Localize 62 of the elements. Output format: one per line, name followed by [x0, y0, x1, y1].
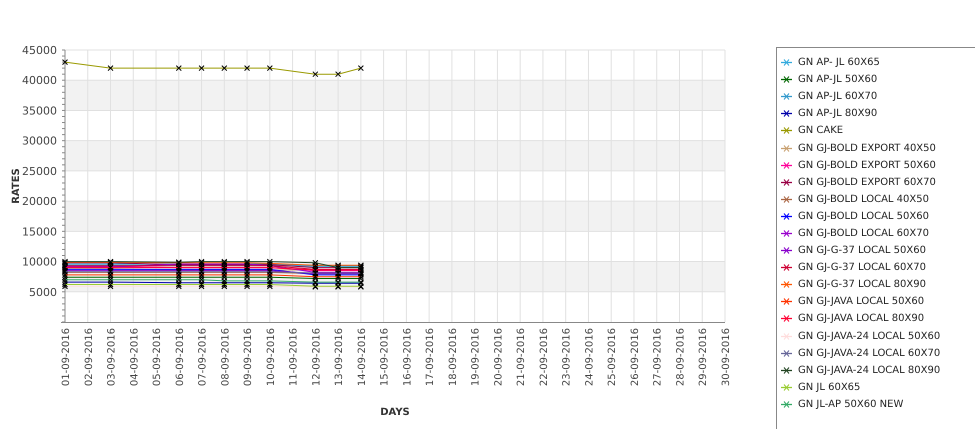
- x-tick-label: 18-09-2016: [448, 328, 459, 386]
- legend-label: GN GJ-G-37 LOCAL 50X60: [798, 245, 926, 256]
- y-tick-label: 35000: [22, 104, 57, 118]
- legend-label: GN GJ-BOLD EXPORT 40X50: [798, 142, 936, 154]
- x-tick-label: 25-09-2016: [607, 328, 618, 386]
- legend-label: GN JL-AP 50X60 NEW: [798, 398, 904, 410]
- legend-label: GN GJ-JAVA-24 LOCAL 60X70: [798, 348, 940, 359]
- x-tick-label: 12-09-2016: [311, 328, 322, 386]
- legend-label: GN CAKE: [798, 125, 844, 136]
- y-tick-label: 45000: [22, 44, 57, 57]
- legend-label: GN GJ-JAVA LOCAL 50X60: [798, 296, 924, 308]
- x-tick-label: 27-09-2016: [652, 328, 664, 386]
- x-tick-label: 30-09-2016: [721, 328, 732, 386]
- x-tick-label: 19-09-2016: [470, 328, 482, 386]
- x-tick-label: 20-09-2016: [493, 328, 504, 386]
- x-tick-label: 05-09-2016: [152, 328, 164, 386]
- x-tick-label: 24-09-2016: [584, 328, 596, 386]
- x-axis-title: DAYS: [380, 407, 410, 418]
- x-tick-label: 16-09-2016: [402, 328, 414, 386]
- x-tick-label: 15-09-2016: [380, 328, 391, 386]
- x-tick-label: 03-09-2016: [106, 328, 118, 386]
- y-axis-title: RATES: [11, 168, 22, 204]
- x-tick-label: 02-09-2016: [84, 328, 95, 386]
- legend-label: GN AP-JL 60X70: [798, 91, 878, 102]
- y-tick-label: 20000: [22, 195, 57, 208]
- legend-label: GN JL 60X65: [798, 382, 860, 393]
- x-tick-label: 04-09-2016: [129, 328, 140, 386]
- legend-label: GN AP- JL 60X65: [798, 57, 880, 68]
- x-tick-label: 22-09-2016: [538, 328, 550, 386]
- legend-label: GN GJ-JAVA LOCAL 80X90: [798, 313, 924, 324]
- x-tick-label: 26-09-2016: [630, 328, 641, 386]
- x-tick-label: 29-09-2016: [698, 328, 710, 386]
- y-tick-label: 30000: [22, 134, 57, 148]
- x-tick-label: 01-09-2016: [61, 328, 72, 386]
- x-tick-label: 17-09-2016: [425, 328, 436, 386]
- x-tick-label: 06-09-2016: [174, 328, 186, 386]
- y-tick-label: 15000: [22, 225, 57, 238]
- y-tick-label: 40000: [22, 74, 57, 88]
- legend-label: GN GJ-G-37 LOCAL 80X90: [798, 279, 926, 290]
- legend-label: GN GJ-BOLD LOCAL 50X60: [798, 210, 929, 222]
- legend-label: GN GJ-JAVA-24 LOCAL 50X60: [798, 330, 940, 342]
- legend-label: GN GJ-BOLD EXPORT 60X70: [798, 176, 936, 188]
- x-tick-label: 23-09-2016: [562, 328, 573, 386]
- y-tick-label: 10000: [22, 256, 57, 269]
- legend-label: GN GJ-BOLD LOCAL 40X50: [798, 194, 929, 205]
- x-tick-label: 09-09-2016: [243, 328, 254, 386]
- x-tick-label: 21-09-2016: [516, 328, 528, 386]
- x-tick-label: 11-09-2016: [288, 328, 300, 386]
- x-tick-label: 28-09-2016: [675, 328, 686, 386]
- x-tick-label: 07-09-2016: [198, 328, 209, 386]
- legend-label: GN AP-JL 80X90: [798, 108, 878, 120]
- y-tick-label: 5000: [29, 286, 57, 299]
- legend-label: GN GJ-JAVA-24 LOCAL 80X90: [798, 364, 940, 376]
- x-tick-label: 14-09-2016: [356, 328, 368, 386]
- x-tick-label: 10-09-2016: [266, 328, 277, 386]
- y-tick-label: 25000: [22, 164, 57, 178]
- legend-label: GN GJ-G-37 LOCAL 60X70: [798, 262, 926, 274]
- legend-label: GN AP-JL 50X60: [798, 74, 878, 86]
- legend-label: GN GJ-BOLD EXPORT 50X60: [798, 160, 936, 171]
- legend-label: GN GJ-BOLD LOCAL 60X70: [798, 228, 929, 239]
- x-tick-label: 08-09-2016: [220, 328, 232, 386]
- x-tick-label: 13-09-2016: [334, 328, 346, 386]
